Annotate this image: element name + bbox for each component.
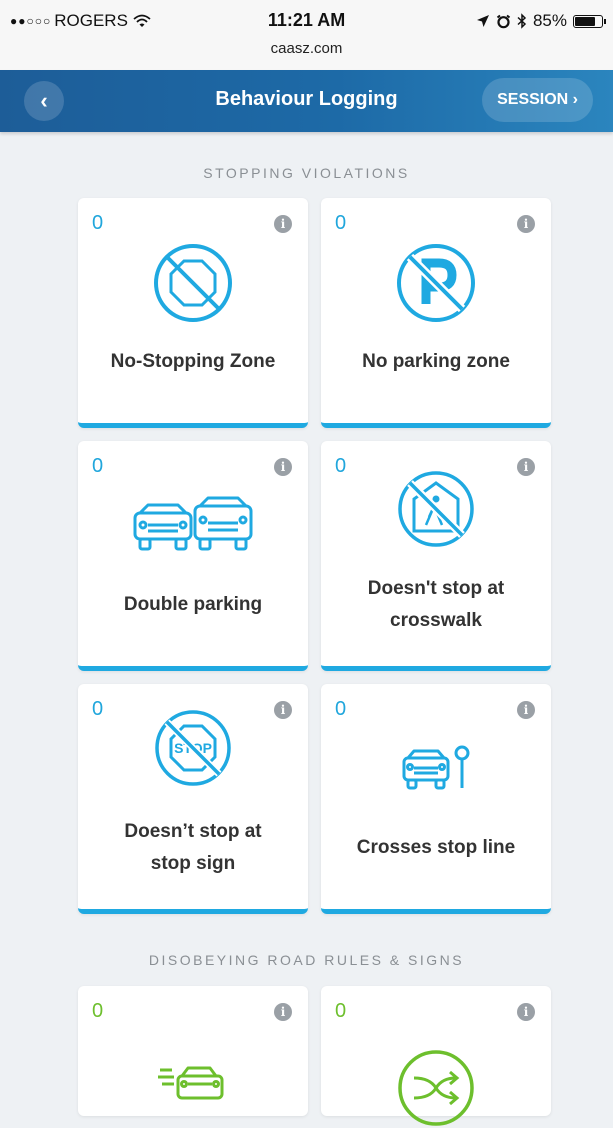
violation-count: 0: [92, 212, 104, 234]
card-double-parking[interactable]: 0 i Double parking: [78, 441, 308, 671]
card-speeding[interactable]: 0 i: [78, 986, 308, 1116]
status-right: 85%: [476, 11, 606, 31]
card-label: Doesn't stop at crosswalk: [331, 573, 541, 637]
battery-tip: [604, 18, 606, 24]
card-no-parking-zone[interactable]: 0 i No parking zone: [321, 198, 551, 428]
double-parking-icon: [133, 496, 253, 551]
violation-count: 0: [92, 1000, 104, 1022]
card-stop-sign[interactable]: 0 i STOP Doesn’t stop at stop sign: [78, 684, 308, 914]
alarm-icon: [496, 14, 511, 28]
no-stopping-icon: [154, 244, 232, 322]
card-label-line: stop sign: [150, 853, 236, 874]
no-parking-icon: [397, 244, 475, 322]
info-icon[interactable]: i: [274, 215, 292, 233]
battery-level: [575, 16, 596, 26]
card-lane-change[interactable]: 0 i: [321, 986, 551, 1126]
card-crosses-stop-line[interactable]: 0 i Crosses stop line: [321, 684, 551, 914]
nav-bar: ‹ Behaviour Logging SESSION ›: [0, 70, 613, 132]
violation-count: 0: [335, 1000, 347, 1022]
violation-count: 0: [335, 212, 347, 234]
card-label: Double parking: [123, 594, 263, 615]
card-crosswalk[interactable]: 0 i Doesn't stop at crosswalk: [321, 441, 551, 671]
card-no-stopping-zone[interactable]: 0 i No-Stopping Zone: [78, 198, 308, 428]
card-label: No-Stopping Zone: [110, 351, 276, 372]
card-label: No parking zone: [362, 351, 510, 372]
bluetooth-icon: [517, 13, 527, 29]
card-label: Crosses stop line: [356, 837, 516, 858]
page-url: caasz.com: [270, 40, 343, 57]
session-button[interactable]: SESSION ›: [482, 78, 593, 122]
info-icon[interactable]: i: [517, 701, 535, 719]
no-stop-sign-icon: STOP: [155, 710, 231, 786]
section-heading-road-rules: DISOBEYING ROAD RULES & SIGNS: [148, 952, 465, 968]
battery-icon: [573, 14, 606, 28]
section-heading-stopping: STOPPING VIOLATIONS: [203, 165, 410, 181]
violation-count: 0: [335, 698, 347, 720]
info-icon[interactable]: i: [274, 458, 292, 476]
battery-percent: 85%: [532, 11, 567, 30]
card-label-line: Doesn't stop at: [367, 578, 505, 599]
violation-count: 0: [92, 455, 104, 477]
card-label: Doesn’t stop at stop sign: [88, 816, 298, 880]
info-icon[interactable]: i: [517, 215, 535, 233]
info-icon[interactable]: i: [517, 1003, 535, 1021]
status-bar: ●●○○○ ROGERS 11:21 AM caasz.com 85%: [0, 0, 613, 70]
shuffle-icon: [398, 1050, 474, 1126]
car-stop-line-icon: [402, 745, 470, 790]
card-label-line: Doesn’t stop at: [124, 821, 262, 842]
no-pedestrian-crossing-icon: [398, 471, 474, 547]
card-label-line: crosswalk: [390, 610, 482, 631]
info-icon[interactable]: i: [274, 1003, 292, 1021]
speeding-car-icon: [158, 1066, 224, 1100]
location-arrow-icon: [476, 15, 489, 27]
